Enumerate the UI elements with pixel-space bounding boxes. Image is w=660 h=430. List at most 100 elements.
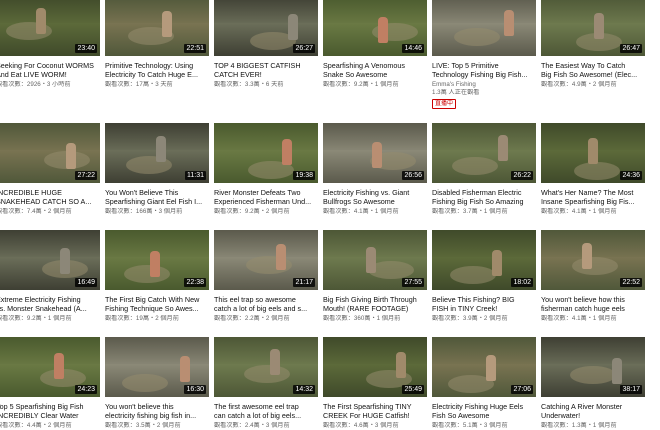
video-meta: 觀看次數：7.4萬・2 個月前 xyxy=(0,208,72,215)
video-title-line-1[interactable]: The first awesome eel trap xyxy=(214,402,318,411)
video-meta: 觀看次數：1.3萬・1 個月前 xyxy=(541,422,617,429)
video-title-line-2[interactable]: Technology Fishing Big Fish... xyxy=(432,70,536,79)
video-title-line-2[interactable]: Bullfrogs So Awesome xyxy=(323,197,427,206)
video-meta: 觀看次數：360萬・1 個月前 xyxy=(323,315,401,322)
video-title-line-1[interactable]: INCREDIBLE HUGE xyxy=(0,188,100,197)
video-title-line-1[interactable]: Catching A River Monster xyxy=(541,402,645,411)
video-title-line-2[interactable]: Fishing Big Fish So Amazing xyxy=(432,197,536,206)
video-duration: 14:46 xyxy=(402,44,424,53)
thumbnail-person xyxy=(582,243,592,269)
video-title-line-1[interactable]: TOP 4 BIGGEST CATFISH xyxy=(214,61,318,70)
video-thumbnail[interactable]: 24:36 xyxy=(541,123,645,183)
video-thumbnail[interactable]: 16:49 xyxy=(0,230,100,290)
video-title-line-2[interactable]: vs. Monster Snakehead (A... xyxy=(0,304,100,313)
video-thumbnail[interactable]: 27:22 xyxy=(0,123,100,183)
video-thumbnail[interactable]: 22:38 xyxy=(105,230,209,290)
video-duration: 26:56 xyxy=(402,171,424,180)
video-meta: 觀看次數：4.1萬・1 個月前 xyxy=(541,315,617,322)
video-title-line-2[interactable]: Electricity To Catch Huge E... xyxy=(105,70,209,79)
video-thumbnail[interactable]: 38:17 xyxy=(541,337,645,397)
video-title-line-2[interactable]: SNAKEHEAD CATCH SO A... xyxy=(0,197,100,206)
video-title-line-2[interactable]: fisherman catch huge eels xyxy=(541,304,645,313)
video-title-line-2[interactable]: And Eat LIVE WORM! xyxy=(0,70,100,79)
video-title-line-2[interactable]: Big Fish So Awesome! (Elec... xyxy=(541,70,645,79)
video-duration: 26:27 xyxy=(293,44,315,53)
video-duration: 27:55 xyxy=(402,278,424,287)
video-title-line-1[interactable]: Extreme Electricity Fishing xyxy=(0,295,100,304)
video-meta: 觀看次數：3.3萬・6 天前 xyxy=(214,81,284,88)
video-title-line-1[interactable]: This eel trap so awesome xyxy=(214,295,318,304)
video-title-line-2[interactable]: electricity fishing big fish in... xyxy=(105,411,209,420)
thumbnail-person xyxy=(54,353,64,379)
video-title-line-2[interactable]: catch a lot of big eels and s... xyxy=(214,304,318,313)
video-title-line-2[interactable]: Experienced Fisherman Und... xyxy=(214,197,318,206)
video-thumbnail[interactable]: 16:30 xyxy=(105,337,209,397)
video-title-line-1[interactable]: Top 5 Spearfishing Big Fish xyxy=(0,402,100,411)
video-title-line-2[interactable]: Fishing Technique So Awes... xyxy=(105,304,209,313)
video-thumbnail[interactable]: 24:23 xyxy=(0,337,100,397)
video-title-line-1[interactable]: Disabled Fisherman Electric xyxy=(432,188,536,197)
video-title-line-1[interactable]: Believe This Fishing? BIG xyxy=(432,295,536,304)
video-title-line-1[interactable]: Spearfishing A Venomous xyxy=(323,61,427,70)
video-duration: 16:30 xyxy=(184,385,206,394)
video-title-line-1[interactable]: You won't believe this xyxy=(105,402,209,411)
video-thumbnail[interactable]: 11:31 xyxy=(105,123,209,183)
video-title-line-1[interactable]: You won't believe how this xyxy=(541,295,645,304)
video-title-line-2[interactable]: INCREDIBLY Clear Water xyxy=(0,411,100,420)
video-thumbnail[interactable]: 27:55 xyxy=(323,230,427,290)
video-thumbnail[interactable]: 14:32 xyxy=(214,337,318,397)
video-title-line-2[interactable]: Insane Spearfishing Big Fis... xyxy=(541,197,645,206)
video-duration: 24:36 xyxy=(620,171,642,180)
video-title-line-1[interactable]: Electricity Fishing Huge Eels xyxy=(432,402,536,411)
video-thumbnail[interactable]: 26:47 xyxy=(541,0,645,56)
video-title-line-2[interactable]: can catch a lot of big eels... xyxy=(214,411,318,420)
video-title-line-2[interactable]: Fish So Awesome xyxy=(432,411,536,420)
thumbnail-water xyxy=(454,28,500,46)
video-thumbnail[interactable]: 14:46 xyxy=(323,0,427,56)
thumbnail-person xyxy=(498,135,508,161)
thumbnail-background xyxy=(432,230,536,260)
video-thumbnail[interactable]: 25:49 xyxy=(323,337,427,397)
thumbnail-person xyxy=(492,250,502,276)
video-title-line-1[interactable]: LIVE: Top 5 Primitive xyxy=(432,61,536,70)
video-title-line-1[interactable]: Electricity Fishing vs. Giant xyxy=(323,188,427,197)
video-title-line-2[interactable]: CATCH EVER! xyxy=(214,70,318,79)
thumbnail-water xyxy=(244,365,290,383)
video-thumbnail[interactable]: 26:56 xyxy=(323,123,427,183)
video-duration: 22:52 xyxy=(620,278,642,287)
video-thumbnail[interactable] xyxy=(432,0,536,56)
video-title-line-1[interactable]: You Won't Believe This xyxy=(105,188,209,197)
thumbnail-person xyxy=(612,358,622,384)
video-thumbnail[interactable]: 21:17 xyxy=(214,230,318,290)
channel-name[interactable]: Emma's Fishing xyxy=(432,81,476,89)
video-title-line-1[interactable]: Big Fish Giving Birth Through xyxy=(323,295,427,304)
video-title-line-1[interactable]: Seeking For Coconut WORMS xyxy=(0,61,100,70)
video-meta: 觀看次數：2926・3 小時前 xyxy=(0,81,71,88)
thumbnail-water xyxy=(570,366,616,384)
video-thumbnail[interactable]: 22:52 xyxy=(541,230,645,290)
video-title-line-1[interactable]: The Easiest Way To Catch xyxy=(541,61,645,70)
video-thumbnail[interactable]: 26:22 xyxy=(432,123,536,183)
video-title-line-2[interactable]: Snake So Awesome xyxy=(323,70,427,79)
video-title-line-2[interactable]: FISH in TINY Creek! xyxy=(432,304,536,313)
thumbnail-background xyxy=(0,123,100,153)
video-title-line-1[interactable]: What's Her Name? The Most xyxy=(541,188,645,197)
video-title-line-2[interactable]: Spearfishing Giant Eel Fish I... xyxy=(105,197,209,206)
video-thumbnail[interactable]: 23:40 xyxy=(0,0,100,56)
video-thumbnail[interactable]: 27:06 xyxy=(432,337,536,397)
video-title-line-2[interactable]: Underwater! xyxy=(541,411,645,420)
video-meta: 觀看次數：3.9萬・2 個月前 xyxy=(432,315,508,322)
video-title-line-1[interactable]: Primitive Technology: Using xyxy=(105,61,209,70)
thumbnail-water xyxy=(122,374,168,392)
video-title-line-2[interactable]: CREEK For HUGE Catfish! xyxy=(323,411,427,420)
video-thumbnail[interactable]: 19:38 xyxy=(214,123,318,183)
video-title-line-1[interactable]: The First Big Catch With New xyxy=(105,295,209,304)
video-title-line-1[interactable]: The First Spearfishing TINY xyxy=(323,402,427,411)
thumbnail-background xyxy=(541,230,645,260)
video-thumbnail[interactable]: 26:27 xyxy=(214,0,318,56)
video-title-line-1[interactable]: River Monster Defeats Two xyxy=(214,188,318,197)
video-title-line-2[interactable]: Mouth! (RARE FOOTAGE) xyxy=(323,304,427,313)
video-thumbnail[interactable]: 18:02 xyxy=(432,230,536,290)
video-thumbnail[interactable]: 22:51 xyxy=(105,0,209,56)
thumbnail-water xyxy=(124,265,170,283)
